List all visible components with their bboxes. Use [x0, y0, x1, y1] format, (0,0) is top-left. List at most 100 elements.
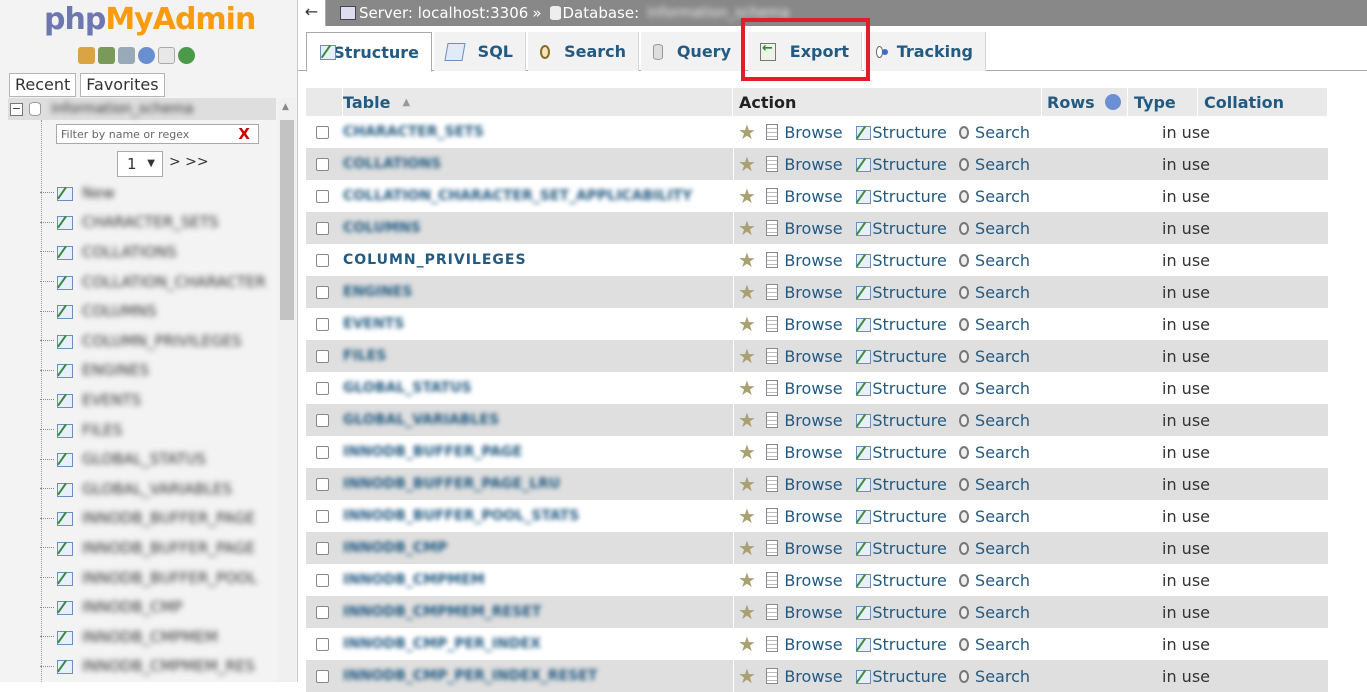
search-link[interactable]: Search: [975, 187, 1030, 206]
browse-icon[interactable]: [766, 124, 778, 140]
row-checkbox[interactable]: [316, 670, 329, 683]
search-link[interactable]: Search: [975, 475, 1030, 494]
row-checkbox[interactable]: [316, 446, 329, 459]
table-name-link[interactable]: INNODB_CMPMEM_RESET: [343, 604, 733, 620]
tree-table-item[interactable]: INNODB_CMP: [40, 592, 266, 622]
breadcrumb-server[interactable]: Server: localhost:3306: [359, 4, 528, 22]
tree-table-item[interactable]: INNODB_BUFFER_PAGE: [40, 533, 266, 563]
browse-link[interactable]: Browse: [784, 411, 842, 430]
tab-query[interactable]: Query: [641, 32, 744, 71]
structure-icon[interactable]: [855, 348, 867, 364]
browse-link[interactable]: Browse: [784, 251, 842, 270]
row-checkbox[interactable]: [316, 190, 329, 203]
structure-link[interactable]: Structure: [872, 315, 946, 334]
table-structure-icon[interactable]: [56, 481, 74, 497]
structure-icon[interactable]: [855, 156, 867, 172]
help-icon[interactable]: [1105, 94, 1121, 110]
row-checkbox[interactable]: [316, 542, 329, 555]
clear-filter-icon[interactable]: X: [238, 125, 250, 143]
table-name-link[interactable]: COLUMN_PRIVILEGES: [343, 252, 733, 268]
table-structure-icon[interactable]: [56, 658, 74, 674]
tree-table-item[interactable]: INNODB_BUFFER_POOL: [40, 563, 266, 593]
browse-link[interactable]: Browse: [784, 667, 842, 686]
structure-link[interactable]: Structure: [872, 443, 946, 462]
structure-icon[interactable]: [855, 476, 867, 492]
favorite-star-icon[interactable]: ★: [738, 248, 756, 272]
browse-icon[interactable]: [766, 316, 778, 332]
structure-icon[interactable]: [855, 124, 867, 140]
search-link[interactable]: Search: [975, 251, 1030, 270]
favorite-star-icon[interactable]: ★: [738, 536, 756, 560]
search-icon[interactable]: [959, 606, 969, 619]
browse-icon[interactable]: [766, 188, 778, 204]
browse-icon[interactable]: [766, 636, 778, 652]
favorite-star-icon[interactable]: ★: [738, 408, 756, 432]
browse-link[interactable]: Browse: [784, 315, 842, 334]
search-link[interactable]: Search: [975, 219, 1030, 238]
table-structure-icon[interactable]: [56, 510, 74, 526]
table-structure-icon[interactable]: [56, 333, 74, 349]
structure-link[interactable]: Structure: [872, 187, 946, 206]
breadcrumb-database[interactable]: Database:: [563, 4, 640, 22]
structure-link[interactable]: Structure: [872, 603, 946, 622]
browse-link[interactable]: Browse: [784, 347, 842, 366]
tab-sql[interactable]: SQL: [434, 32, 526, 71]
logout-icon[interactable]: [98, 47, 115, 64]
row-checkbox[interactable]: [316, 318, 329, 331]
table-name-link[interactable]: ENGINES: [343, 284, 733, 300]
table-name-link[interactable]: INNODB_BUFFER_POOL_STATS: [343, 508, 733, 524]
browse-link[interactable]: Browse: [784, 571, 842, 590]
table-structure-icon[interactable]: [56, 540, 74, 556]
structure-icon[interactable]: [855, 220, 867, 236]
structure-icon[interactable]: [855, 252, 867, 268]
collapse-icon[interactable]: −: [10, 103, 23, 116]
tree-new-item[interactable]: New: [40, 178, 266, 208]
row-checkbox[interactable]: [316, 382, 329, 395]
row-checkbox[interactable]: [316, 414, 329, 427]
structure-link[interactable]: Structure: [872, 155, 946, 174]
favorite-star-icon[interactable]: ★: [738, 152, 756, 176]
search-icon[interactable]: [959, 350, 969, 363]
tree-table-item[interactable]: COLLATION_CHARACTER: [40, 267, 266, 297]
table-name-link[interactable]: FILES: [343, 348, 733, 364]
search-link[interactable]: Search: [975, 283, 1030, 302]
header-table[interactable]: Table ▲: [343, 88, 733, 116]
table-name-link[interactable]: INNODB_BUFFER_PAGE: [343, 444, 733, 460]
tree-table-item[interactable]: COLLATIONS: [40, 237, 266, 267]
browse-icon[interactable]: [766, 540, 778, 556]
browse-icon[interactable]: [766, 252, 778, 268]
table-structure-icon[interactable]: [56, 629, 74, 645]
favorite-star-icon[interactable]: ★: [738, 216, 756, 240]
browse-link[interactable]: Browse: [784, 475, 842, 494]
browse-icon[interactable]: [766, 572, 778, 588]
favorite-star-icon[interactable]: ★: [738, 632, 756, 656]
row-checkbox[interactable]: [316, 478, 329, 491]
structure-icon[interactable]: [855, 636, 867, 652]
search-link[interactable]: Search: [975, 347, 1030, 366]
search-link[interactable]: Search: [975, 667, 1030, 686]
favorite-star-icon[interactable]: ★: [738, 600, 756, 624]
structure-icon[interactable]: [855, 508, 867, 524]
collapse-nav-icon[interactable]: ←: [298, 0, 326, 26]
structure-icon[interactable]: [855, 444, 867, 460]
structure-link[interactable]: Structure: [872, 123, 946, 142]
structure-link[interactable]: Structure: [872, 507, 946, 526]
search-link[interactable]: Search: [975, 603, 1030, 622]
table-name-link[interactable]: COLLATIONS: [343, 156, 733, 172]
search-icon[interactable]: [959, 574, 969, 587]
browse-link[interactable]: Browse: [784, 539, 842, 558]
browse-link[interactable]: Browse: [784, 443, 842, 462]
browse-link[interactable]: Browse: [784, 123, 842, 142]
tab-tracking[interactable]: Tracking: [864, 32, 986, 71]
structure-link[interactable]: Structure: [872, 219, 946, 238]
search-icon[interactable]: [959, 510, 969, 523]
favorite-star-icon[interactable]: ★: [738, 376, 756, 400]
search-link[interactable]: Search: [975, 571, 1030, 590]
table-name-link[interactable]: CHARACTER_SETS: [343, 124, 733, 140]
tree-table-item[interactable]: FILES: [40, 415, 266, 445]
header-rows[interactable]: Rows: [1042, 88, 1128, 116]
search-link[interactable]: Search: [975, 155, 1030, 174]
search-icon[interactable]: [959, 478, 969, 491]
table-structure-icon[interactable]: [56, 274, 74, 290]
table-structure-icon[interactable]: [56, 362, 74, 378]
